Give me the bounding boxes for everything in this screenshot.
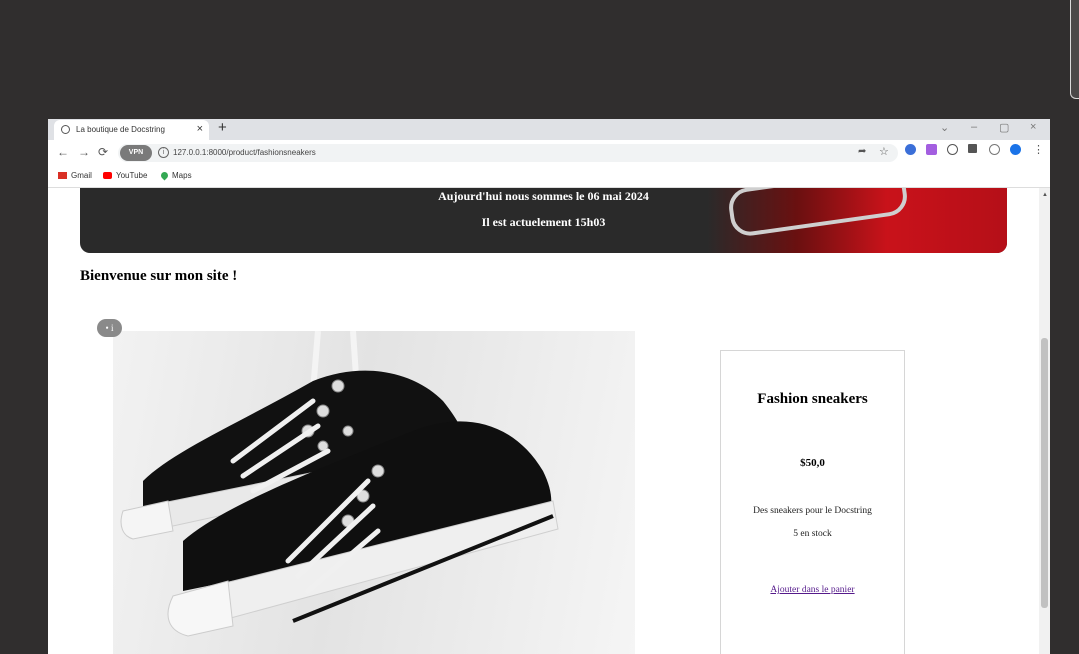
product-image (113, 331, 635, 654)
tab-title: La boutique de Docstring (76, 125, 165, 134)
vpn-badge[interactable]: VPN (120, 145, 152, 161)
product-stock: 5 en stock (793, 529, 832, 539)
time-text: Il est actuelement 15h03 (481, 215, 606, 229)
scroll-up-icon[interactable]: ▲ (1042, 192, 1048, 198)
close-window-button[interactable]: × (1030, 121, 1036, 133)
header-banner: Aujourd'hui nous sommes le 06 mai 2024 I… (80, 188, 1007, 253)
gmail-icon (58, 172, 67, 180)
tab-bar: La boutique de Docstring × + ⌄ – ▢ × (48, 119, 1050, 140)
add-to-cart-link[interactable]: Ajouter dans le panier (721, 585, 904, 595)
maps-icon (159, 170, 170, 181)
close-tab-icon[interactable]: × (197, 123, 203, 135)
product-description: Des sneakers pour le Docstring (753, 506, 872, 516)
address-bar[interactable]: VPN i 127.0.0.1:8000/product/fashionsnea… (118, 144, 898, 162)
page-scrollbar[interactable]: ▲ (1039, 188, 1050, 654)
new-tab-button[interactable]: + (218, 119, 227, 136)
browser-window: La boutique de Docstring × + ⌄ – ▢ × ← →… (48, 119, 1050, 654)
sneakers-illustration (120, 331, 559, 637)
site-info-icon[interactable]: i (158, 147, 169, 158)
extension-icon[interactable] (926, 144, 937, 155)
product-price: $50,0 (800, 457, 825, 469)
bookmarks-bar: Gmail YouTube Maps (48, 166, 1050, 188)
scrollbar-thumb[interactable] (1041, 338, 1048, 608)
bookmark-maps[interactable]: Maps (159, 170, 192, 181)
date-text: Aujourd'hui nous sommes le 06 mai 2024 (438, 189, 649, 203)
browser-toolbar: ← → ⟳ VPN i 127.0.0.1:8000/product/fashi… (48, 140, 1050, 166)
puzzle-icon[interactable] (947, 144, 958, 155)
welcome-heading: Bienvenue sur mon site ! (80, 268, 238, 284)
product-card: Fashion sneakers $50,0 Des sneakers pour… (720, 350, 905, 654)
security-shield-icon[interactable] (1010, 144, 1021, 155)
minimize-button[interactable]: – (971, 121, 977, 133)
product-name: Fashion sneakers (757, 391, 868, 407)
tab-boutique[interactable]: La boutique de Docstring × (54, 120, 209, 140)
image-badge[interactable]: • i (97, 319, 122, 337)
tab-search-icon[interactable]: ⌄ (940, 121, 949, 134)
youtube-icon (103, 172, 112, 180)
bookmark-youtube[interactable]: YouTube (103, 171, 147, 180)
sidebar-icon[interactable] (968, 144, 977, 153)
reload-button[interactable]: ⟳ (98, 145, 108, 159)
desktop-scrollbar[interactable] (1070, 0, 1079, 99)
page-content: Aujourd'hui nous sommes le 06 mai 2024 I… (48, 188, 1039, 654)
restore-button[interactable]: ▢ (999, 121, 1009, 134)
menu-kebab-icon[interactable]: ⋮ (1033, 143, 1044, 156)
shield-extension-icon[interactable] (905, 144, 916, 155)
bookmark-gmail[interactable]: Gmail (58, 171, 92, 180)
share-icon[interactable]: ➦ (858, 146, 866, 157)
back-button[interactable]: ← (57, 145, 69, 159)
forward-button[interactable]: → (78, 145, 90, 159)
url-text[interactable]: 127.0.0.1:8000/product/fashionsneakers (173, 148, 316, 157)
globe-icon (61, 125, 70, 134)
bookmark-star-icon[interactable]: ☆ (879, 145, 889, 158)
profile-icon[interactable] (989, 144, 1000, 155)
